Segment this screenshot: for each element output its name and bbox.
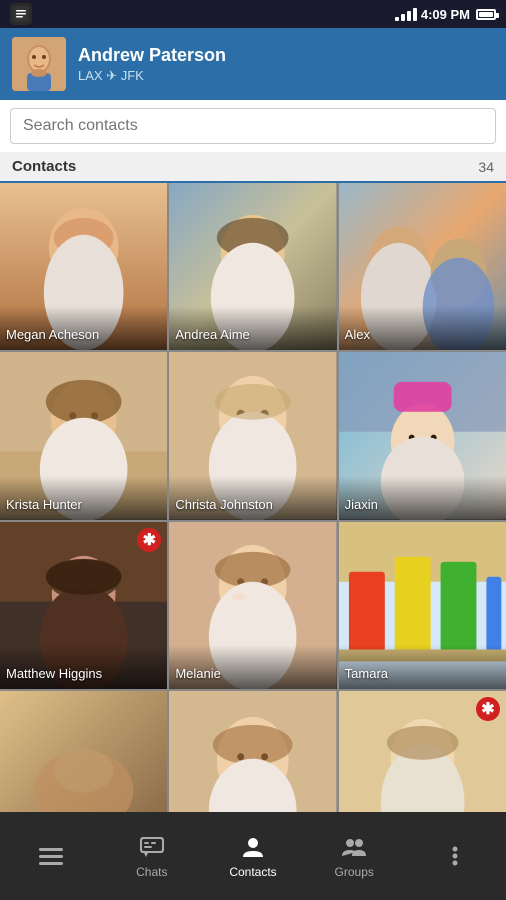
contact-name: Matthew Higgins xyxy=(6,666,102,681)
contact-cell[interactable]: Krista Hunter xyxy=(0,352,167,519)
groups-icon xyxy=(340,833,368,861)
contact-name: Krista Hunter xyxy=(6,497,82,512)
bottom-nav: Chats Contacts Groups xyxy=(0,812,506,900)
contacts-label: Contacts xyxy=(229,865,276,879)
contact-name: Christa Johnston xyxy=(175,497,273,512)
chats-icon xyxy=(138,833,166,861)
contact-cell[interactable]: Andrea Aime xyxy=(169,183,336,350)
status-left xyxy=(10,3,32,25)
user-avatar[interactable] xyxy=(12,37,66,91)
contact-cell[interactable]: Megan Acheson xyxy=(0,183,167,350)
contact-name: Jiaxin xyxy=(345,497,378,512)
nav-item-more[interactable] xyxy=(405,834,506,878)
contact-cell[interactable]: Melanie xyxy=(169,522,336,689)
contact-name: Melanie xyxy=(175,666,221,681)
contacts-icon xyxy=(239,833,267,861)
signal-icon xyxy=(395,8,417,21)
contact-cell[interactable]: Tamara xyxy=(339,522,506,689)
nav-item-contacts[interactable]: Contacts xyxy=(202,825,303,887)
bbm-badge: ✱ xyxy=(476,697,500,721)
nav-item-chats[interactable]: Chats xyxy=(101,825,202,887)
contacts-header: Contacts 34 xyxy=(0,152,506,183)
contact-name: Tamara xyxy=(345,666,388,681)
header-info: Andrew Paterson LAX ✈ JFK xyxy=(78,45,494,84)
status-right: 4:09 PM xyxy=(395,7,496,22)
time-display: 4:09 PM xyxy=(421,7,470,22)
search-container xyxy=(0,100,506,152)
menu-icon xyxy=(35,844,67,869)
user-status: LAX ✈ JFK xyxy=(78,68,494,84)
app-icon xyxy=(10,3,32,25)
search-input[interactable] xyxy=(10,108,496,144)
contact-cell[interactable]: Jiaxin xyxy=(339,352,506,519)
nav-item-groups[interactable]: Groups xyxy=(304,825,405,887)
battery-icon xyxy=(476,9,496,20)
contact-cell[interactable]: Christa Johnston xyxy=(169,352,336,519)
bbm-badge: ✱ xyxy=(137,528,161,552)
chats-label: Chats xyxy=(136,865,167,879)
contacts-count: 34 xyxy=(478,159,494,175)
contacts-title: Contacts xyxy=(12,158,76,175)
contacts-grid: Megan Acheson Andrea Aime Alex Krista Hu… xyxy=(0,183,506,858)
contact-cell[interactable]: Matthew Higgins ✱ xyxy=(0,522,167,689)
contact-name: Megan Acheson xyxy=(6,327,99,342)
status-bar: 4:09 PM xyxy=(0,0,506,28)
nav-item-menu[interactable] xyxy=(0,836,101,877)
user-name: Andrew Paterson xyxy=(78,45,494,66)
contact-name: Alex xyxy=(345,327,370,342)
groups-label: Groups xyxy=(335,865,374,879)
header: Andrew Paterson LAX ✈ JFK xyxy=(0,28,506,100)
contact-name: Andrea Aime xyxy=(175,327,249,342)
more-icon xyxy=(441,842,469,870)
contact-cell[interactable]: Alex xyxy=(339,183,506,350)
